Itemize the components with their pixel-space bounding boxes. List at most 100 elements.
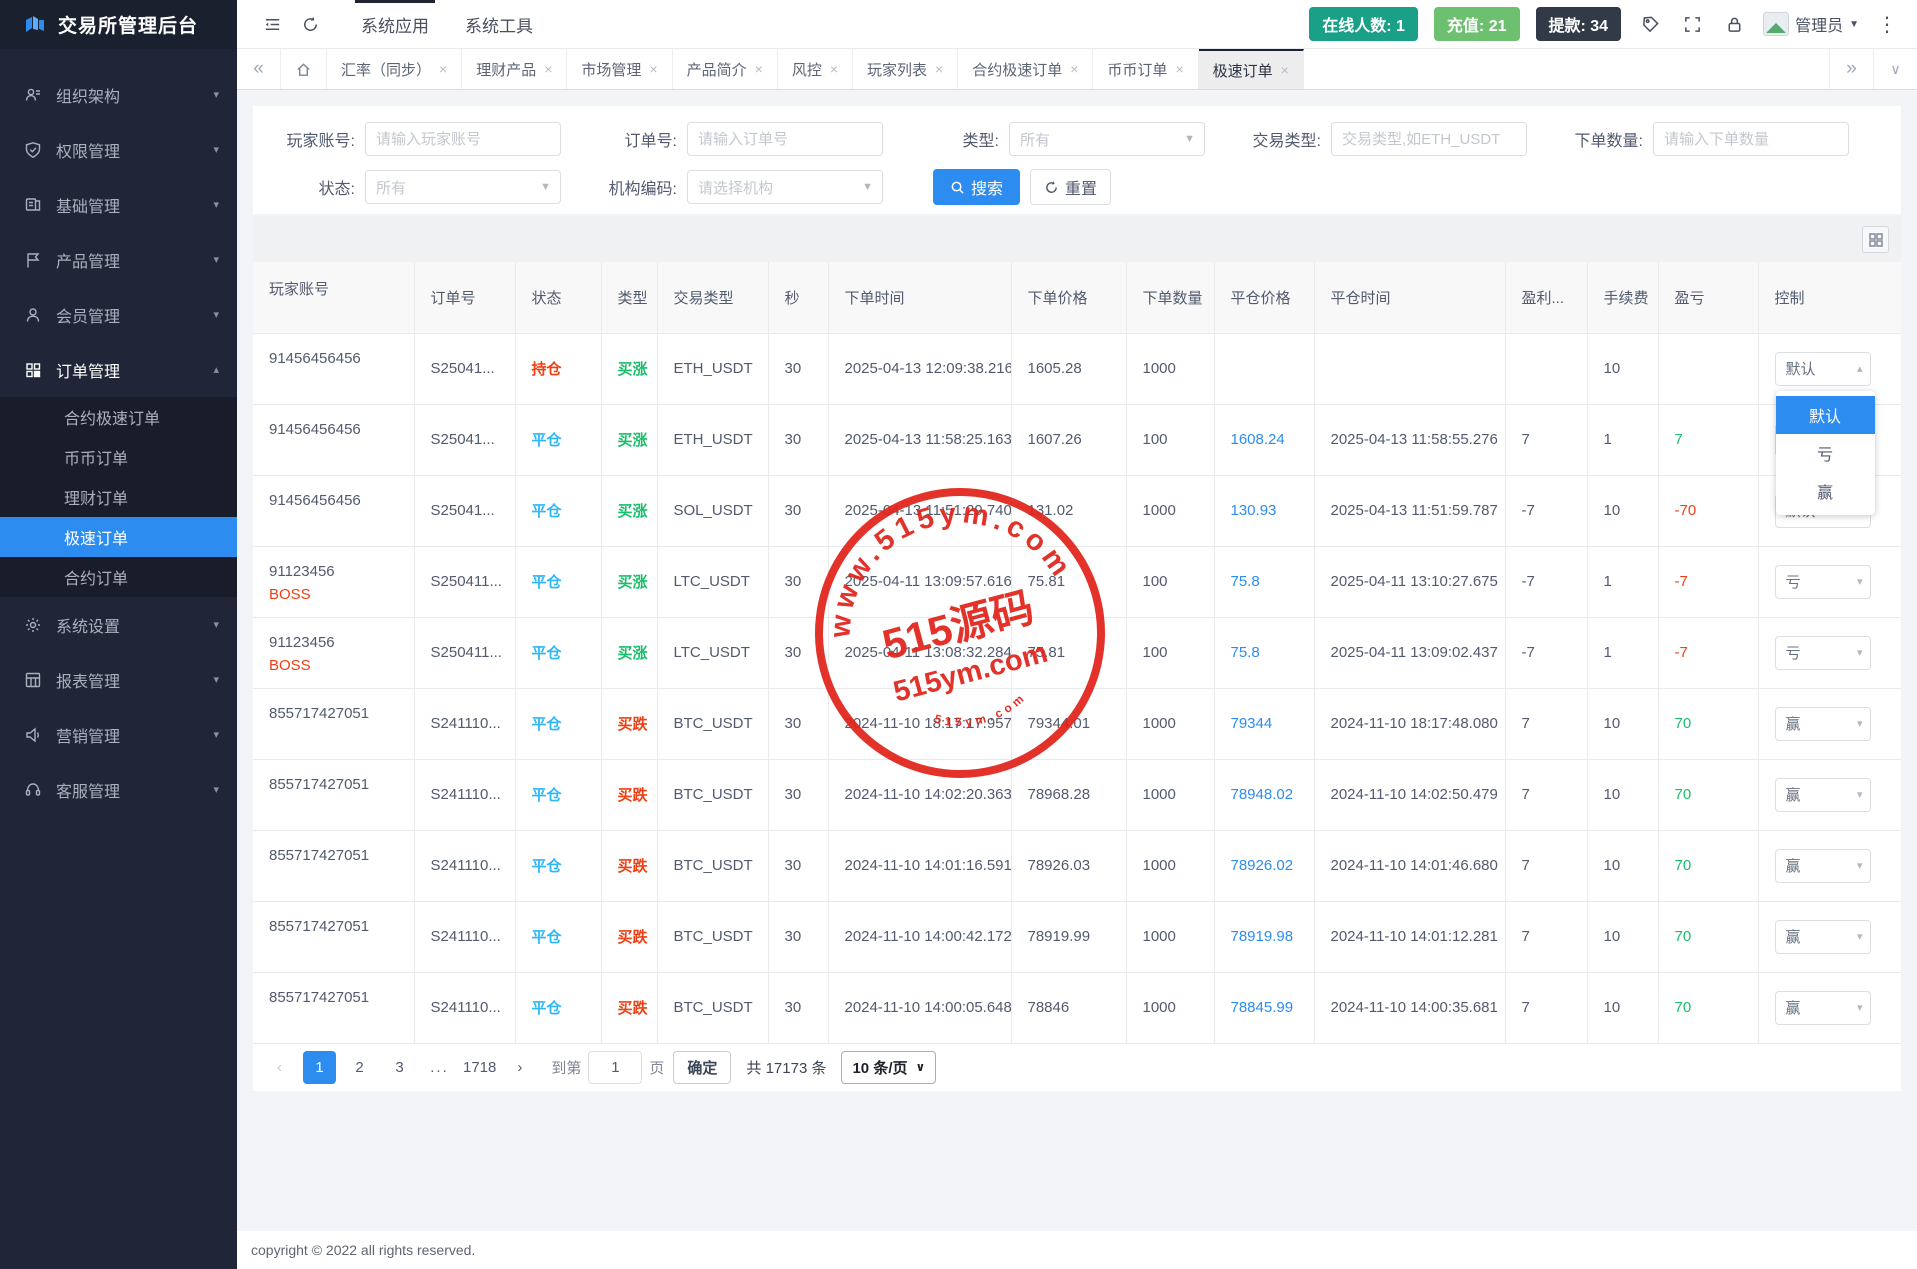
goto-confirm-button[interactable]: 确定 <box>673 1051 731 1084</box>
refresh-icon[interactable] <box>291 0 329 48</box>
withdraw-count-badge[interactable]: 提款: 34 <box>1536 7 1622 41</box>
more-options-icon[interactable]: ⋮ <box>1875 12 1899 37</box>
tab-exchange-rate[interactable]: 汇率（同步）× <box>327 49 462 89</box>
control-select[interactable]: 亏 ▾ <box>1775 636 1871 670</box>
collapse-menu-icon[interactable] <box>253 0 291 48</box>
order-time-cell: 2024-11-10 14:01:16.591 <box>828 830 1011 901</box>
page-size-select[interactable]: 10 条/页 ∨ <box>841 1051 936 1084</box>
select-value: 请选择机构 <box>698 177 773 198</box>
table-row: 855717427051 S241110... 平仓 买跌 BTC_USDT 3… <box>253 901 1901 972</box>
column-settings-button[interactable] <box>1862 226 1889 253</box>
status-select[interactable]: 所有 ▼ <box>365 170 561 204</box>
tab-contract-fast-orders[interactable]: 合约极速订单× <box>958 49 1093 89</box>
tab-close-icon[interactable]: × <box>649 61 657 77</box>
close-price-link[interactable]: 78845.99 <box>1231 999 1294 1016</box>
control-select[interactable]: 赢 ▾ <box>1775 991 1871 1025</box>
sidebar-subitem-spot-orders[interactable]: 币币订单 <box>0 437 237 477</box>
tab-close-icon[interactable]: × <box>439 61 447 77</box>
tab-close-icon[interactable]: × <box>1070 61 1078 77</box>
sidebar-subitem-contract-orders[interactable]: 合约订单 <box>0 557 237 597</box>
sidebar-subitem-fast-orders[interactable]: 极速订单 <box>0 517 237 557</box>
control-select[interactable]: 赢 ▾ <box>1775 707 1871 741</box>
sidebar-item-org[interactable]: 组织架构 ▾ <box>0 67 237 122</box>
sidebar-item-basic[interactable]: 基础管理 ▾ <box>0 177 237 232</box>
dropdown-option-win[interactable]: 赢 <box>1776 472 1875 510</box>
page-button[interactable]: 1718 <box>463 1051 496 1084</box>
tab-close-icon[interactable]: × <box>1281 62 1289 78</box>
tab-market-mgmt[interactable]: 市场管理× <box>567 49 672 89</box>
close-price-link[interactable]: 78919.98 <box>1231 928 1294 945</box>
pnl-cell: -7 <box>1675 644 1688 661</box>
control-select[interactable]: 默认 ▴ <box>1775 352 1871 386</box>
sidebar-subitem-contract-fast-orders[interactable]: 合约极速订单 <box>0 397 237 437</box>
tab-close-icon[interactable]: × <box>1175 61 1183 77</box>
filter-label: 类型: <box>907 127 1009 151</box>
lock-icon[interactable] <box>1721 0 1747 48</box>
player-account-input[interactable] <box>365 122 561 156</box>
tab-close-icon[interactable]: × <box>755 61 763 77</box>
deposit-count-badge[interactable]: 充值: 21 <box>1434 7 1520 41</box>
close-price-link[interactable]: 1608.24 <box>1231 431 1285 448</box>
goto-page-input[interactable] <box>588 1051 642 1084</box>
tab-close-icon[interactable]: × <box>830 61 838 77</box>
tab-wealth-products[interactable]: 理财产品× <box>462 49 567 89</box>
tab-fast-orders[interactable]: 极速订单× <box>1199 49 1304 89</box>
home-tab[interactable] <box>281 49 327 89</box>
menu-system-tools[interactable]: 系统工具 <box>447 0 551 48</box>
tab-product-intro[interactable]: 产品简介× <box>673 49 778 89</box>
trade-pair-cell: LTC_USDT <box>657 617 768 688</box>
org-code-select[interactable]: 请选择机构 ▼ <box>687 170 883 204</box>
tab-player-list[interactable]: 玩家列表× <box>853 49 958 89</box>
page-size-value: 10 条/页 <box>852 1057 907 1078</box>
page-button[interactable]: 1 <box>303 1051 336 1084</box>
sidebar-item-service[interactable]: 客服管理 ▾ <box>0 762 237 817</box>
control-select[interactable]: 赢 ▾ <box>1775 849 1871 883</box>
dropdown-option-default[interactable]: 默认 <box>1776 396 1875 434</box>
sidebar-subitem-wealth-orders[interactable]: 理财订单 <box>0 477 237 517</box>
order-qty-input[interactable] <box>1653 122 1849 156</box>
search-button[interactable]: 搜索 <box>933 169 1020 205</box>
close-price-link[interactable]: 78926.02 <box>1231 857 1294 874</box>
close-price-link[interactable]: 79344 <box>1231 715 1273 732</box>
close-price-link[interactable]: 75.8 <box>1231 573 1260 590</box>
fullscreen-icon[interactable] <box>1679 0 1705 48</box>
control-select[interactable]: 亏 ▾ <box>1775 565 1871 599</box>
order-qty-cell: 1000 <box>1126 333 1214 404</box>
sidebar-item-orders[interactable]: 订单管理 ▴ <box>0 342 237 397</box>
tag-icon[interactable] <box>1637 0 1663 48</box>
user-menu[interactable]: 管理员 ▼ <box>1763 12 1859 36</box>
page-button[interactable]: 3 <box>383 1051 416 1084</box>
tab-risk-control[interactable]: 风控× <box>778 49 853 89</box>
type-badge: 买跌 <box>618 858 648 875</box>
trade-type-input[interactable] <box>1331 122 1527 156</box>
sidebar-item-marketing[interactable]: 营销管理 ▾ <box>0 707 237 762</box>
sidebar-item-reports[interactable]: 报表管理 ▾ <box>0 652 237 707</box>
tabs-scroll-right-button[interactable]: » <box>1829 49 1873 89</box>
chevron-down-icon: ▼ <box>540 181 551 193</box>
reset-button[interactable]: 重置 <box>1030 169 1111 205</box>
sidebar-item-product[interactable]: 产品管理 ▾ <box>0 232 237 287</box>
sidebar-item-member[interactable]: 会员管理 ▾ <box>0 287 237 342</box>
tabs-menu-button[interactable]: ∨ <box>1873 49 1917 89</box>
close-price-link[interactable]: 75.8 <box>1231 644 1260 661</box>
next-page-button[interactable]: › <box>503 1051 536 1084</box>
online-count-badge[interactable]: 在线人数: 1 <box>1309 7 1418 41</box>
player-account-cell: 855717427051 <box>269 989 414 1006</box>
close-price-link[interactable]: 78948.02 <box>1231 786 1294 803</box>
dropdown-option-lose[interactable]: 亏 <box>1776 434 1875 472</box>
type-select[interactable]: 所有 ▼ <box>1009 122 1205 156</box>
tab-close-icon[interactable]: × <box>544 61 552 77</box>
tabs-scroll-left-button[interactable]: « <box>237 49 281 89</box>
order-no-input[interactable] <box>687 122 883 156</box>
sidebar-item-system[interactable]: 系统设置 ▾ <box>0 597 237 652</box>
tab-close-icon[interactable]: × <box>935 61 943 77</box>
menu-system-apps[interactable]: 系统应用 <box>343 0 447 48</box>
page-button[interactable]: 2 <box>343 1051 376 1084</box>
chevron-down-icon: ▼ <box>862 181 873 193</box>
prev-page-button[interactable]: ‹ <box>263 1051 296 1084</box>
tab-spot-orders[interactable]: 币币订单× <box>1093 49 1198 89</box>
control-select[interactable]: 赢 ▾ <box>1775 920 1871 954</box>
sidebar-item-permission[interactable]: 权限管理 ▾ <box>0 122 237 177</box>
close-price-link[interactable]: 130.93 <box>1231 502 1277 519</box>
control-select[interactable]: 赢 ▾ <box>1775 778 1871 812</box>
